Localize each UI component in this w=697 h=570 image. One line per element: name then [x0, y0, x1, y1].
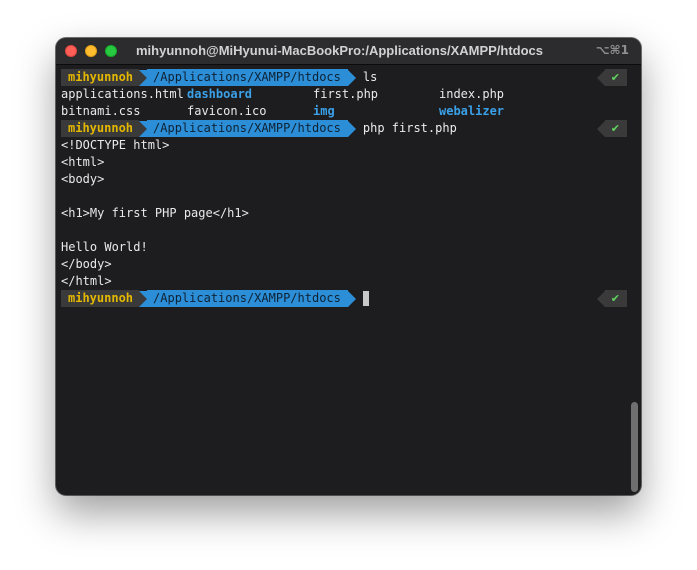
- prompt-status: ✔: [596, 69, 627, 86]
- ls-entry-file: favicon.ico: [187, 104, 267, 118]
- ls-entry-directory: img: [313, 104, 335, 118]
- text-cursor[interactable]: [362, 291, 369, 306]
- ls-output-row: bitnami.css favicon.ico img webalizer: [61, 103, 627, 120]
- output-line: Hello World!: [61, 240, 148, 254]
- ls-entry-file: applications.html: [61, 87, 184, 101]
- prompt-user-segment: mihyunnoh: [61, 290, 140, 307]
- active-prompt-line[interactable]: mihyunnoh /Applications/XAMPP/htdocs ✔: [61, 290, 627, 307]
- command-text: ls: [362, 70, 378, 84]
- output-line: <!DOCTYPE html>: [61, 138, 170, 152]
- minimize-button[interactable]: [85, 45, 97, 57]
- powerline-separator-icon: [347, 290, 356, 307]
- prompt-user-segment: mihyunnoh: [61, 120, 140, 137]
- powerline-separator-icon: [596, 120, 605, 137]
- terminal-window: mihyunnoh@MiHyunui-MacBookPro:/Applicati…: [56, 38, 641, 495]
- prompt-line: mihyunnoh /Applications/XAMPP/htdocs ls …: [61, 69, 627, 86]
- window-title: mihyunnoh@MiHyunui-MacBookPro:/Applicati…: [136, 43, 544, 58]
- title-bar[interactable]: mihyunnoh@MiHyunui-MacBookPro:/Applicati…: [56, 38, 641, 65]
- terminal-content[interactable]: mihyunnoh /Applications/XAMPP/htdocs ls …: [61, 69, 627, 495]
- powerline-separator-icon: [347, 120, 356, 137]
- powerline-separator-icon: [347, 69, 356, 86]
- ls-entry-file: index.php: [439, 87, 505, 101]
- vertical-scrollbar[interactable]: [631, 402, 638, 492]
- powerline-separator-icon: [596, 69, 605, 86]
- checkmark-icon: ✔: [604, 290, 627, 307]
- output-line: <h1>My first PHP page</h1>: [61, 206, 249, 220]
- powerline-separator-icon: [139, 290, 148, 307]
- powerline-separator-icon: [139, 120, 148, 137]
- output-line: </html>: [61, 274, 112, 288]
- ls-entry-directory: dashboard: [187, 87, 253, 101]
- output-line: </body>: [61, 257, 112, 271]
- prompt-path-segment: /Applications/XAMPP/htdocs: [147, 120, 348, 137]
- prompt-path-segment: /Applications/XAMPP/htdocs: [147, 290, 348, 307]
- prompt-path-segment: /Applications/XAMPP/htdocs: [147, 69, 348, 86]
- ls-output-row: applications.html dashboard first.php in…: [61, 86, 627, 103]
- checkmark-icon: ✔: [604, 69, 627, 86]
- zoom-button[interactable]: [105, 45, 117, 57]
- window-shortcut-label: ⌥⌘1: [595, 43, 629, 57]
- output-line: <body>: [61, 172, 105, 186]
- ls-entry-directory: webalizer: [439, 104, 505, 118]
- prompt-status: ✔: [596, 290, 627, 307]
- output-line: <html>: [61, 155, 105, 169]
- checkmark-icon: ✔: [604, 120, 627, 137]
- powerline-separator-icon: [139, 69, 148, 86]
- ls-entry-file: bitnami.css: [61, 104, 141, 118]
- command-text: php first.php: [362, 121, 457, 135]
- prompt-status: ✔: [596, 120, 627, 137]
- ls-entry-file: first.php: [313, 87, 379, 101]
- prompt-line: mihyunnoh /Applications/XAMPP/htdocs php…: [61, 120, 627, 137]
- close-button[interactable]: [65, 45, 77, 57]
- powerline-separator-icon: [596, 290, 605, 307]
- prompt-user-segment: mihyunnoh: [61, 69, 140, 86]
